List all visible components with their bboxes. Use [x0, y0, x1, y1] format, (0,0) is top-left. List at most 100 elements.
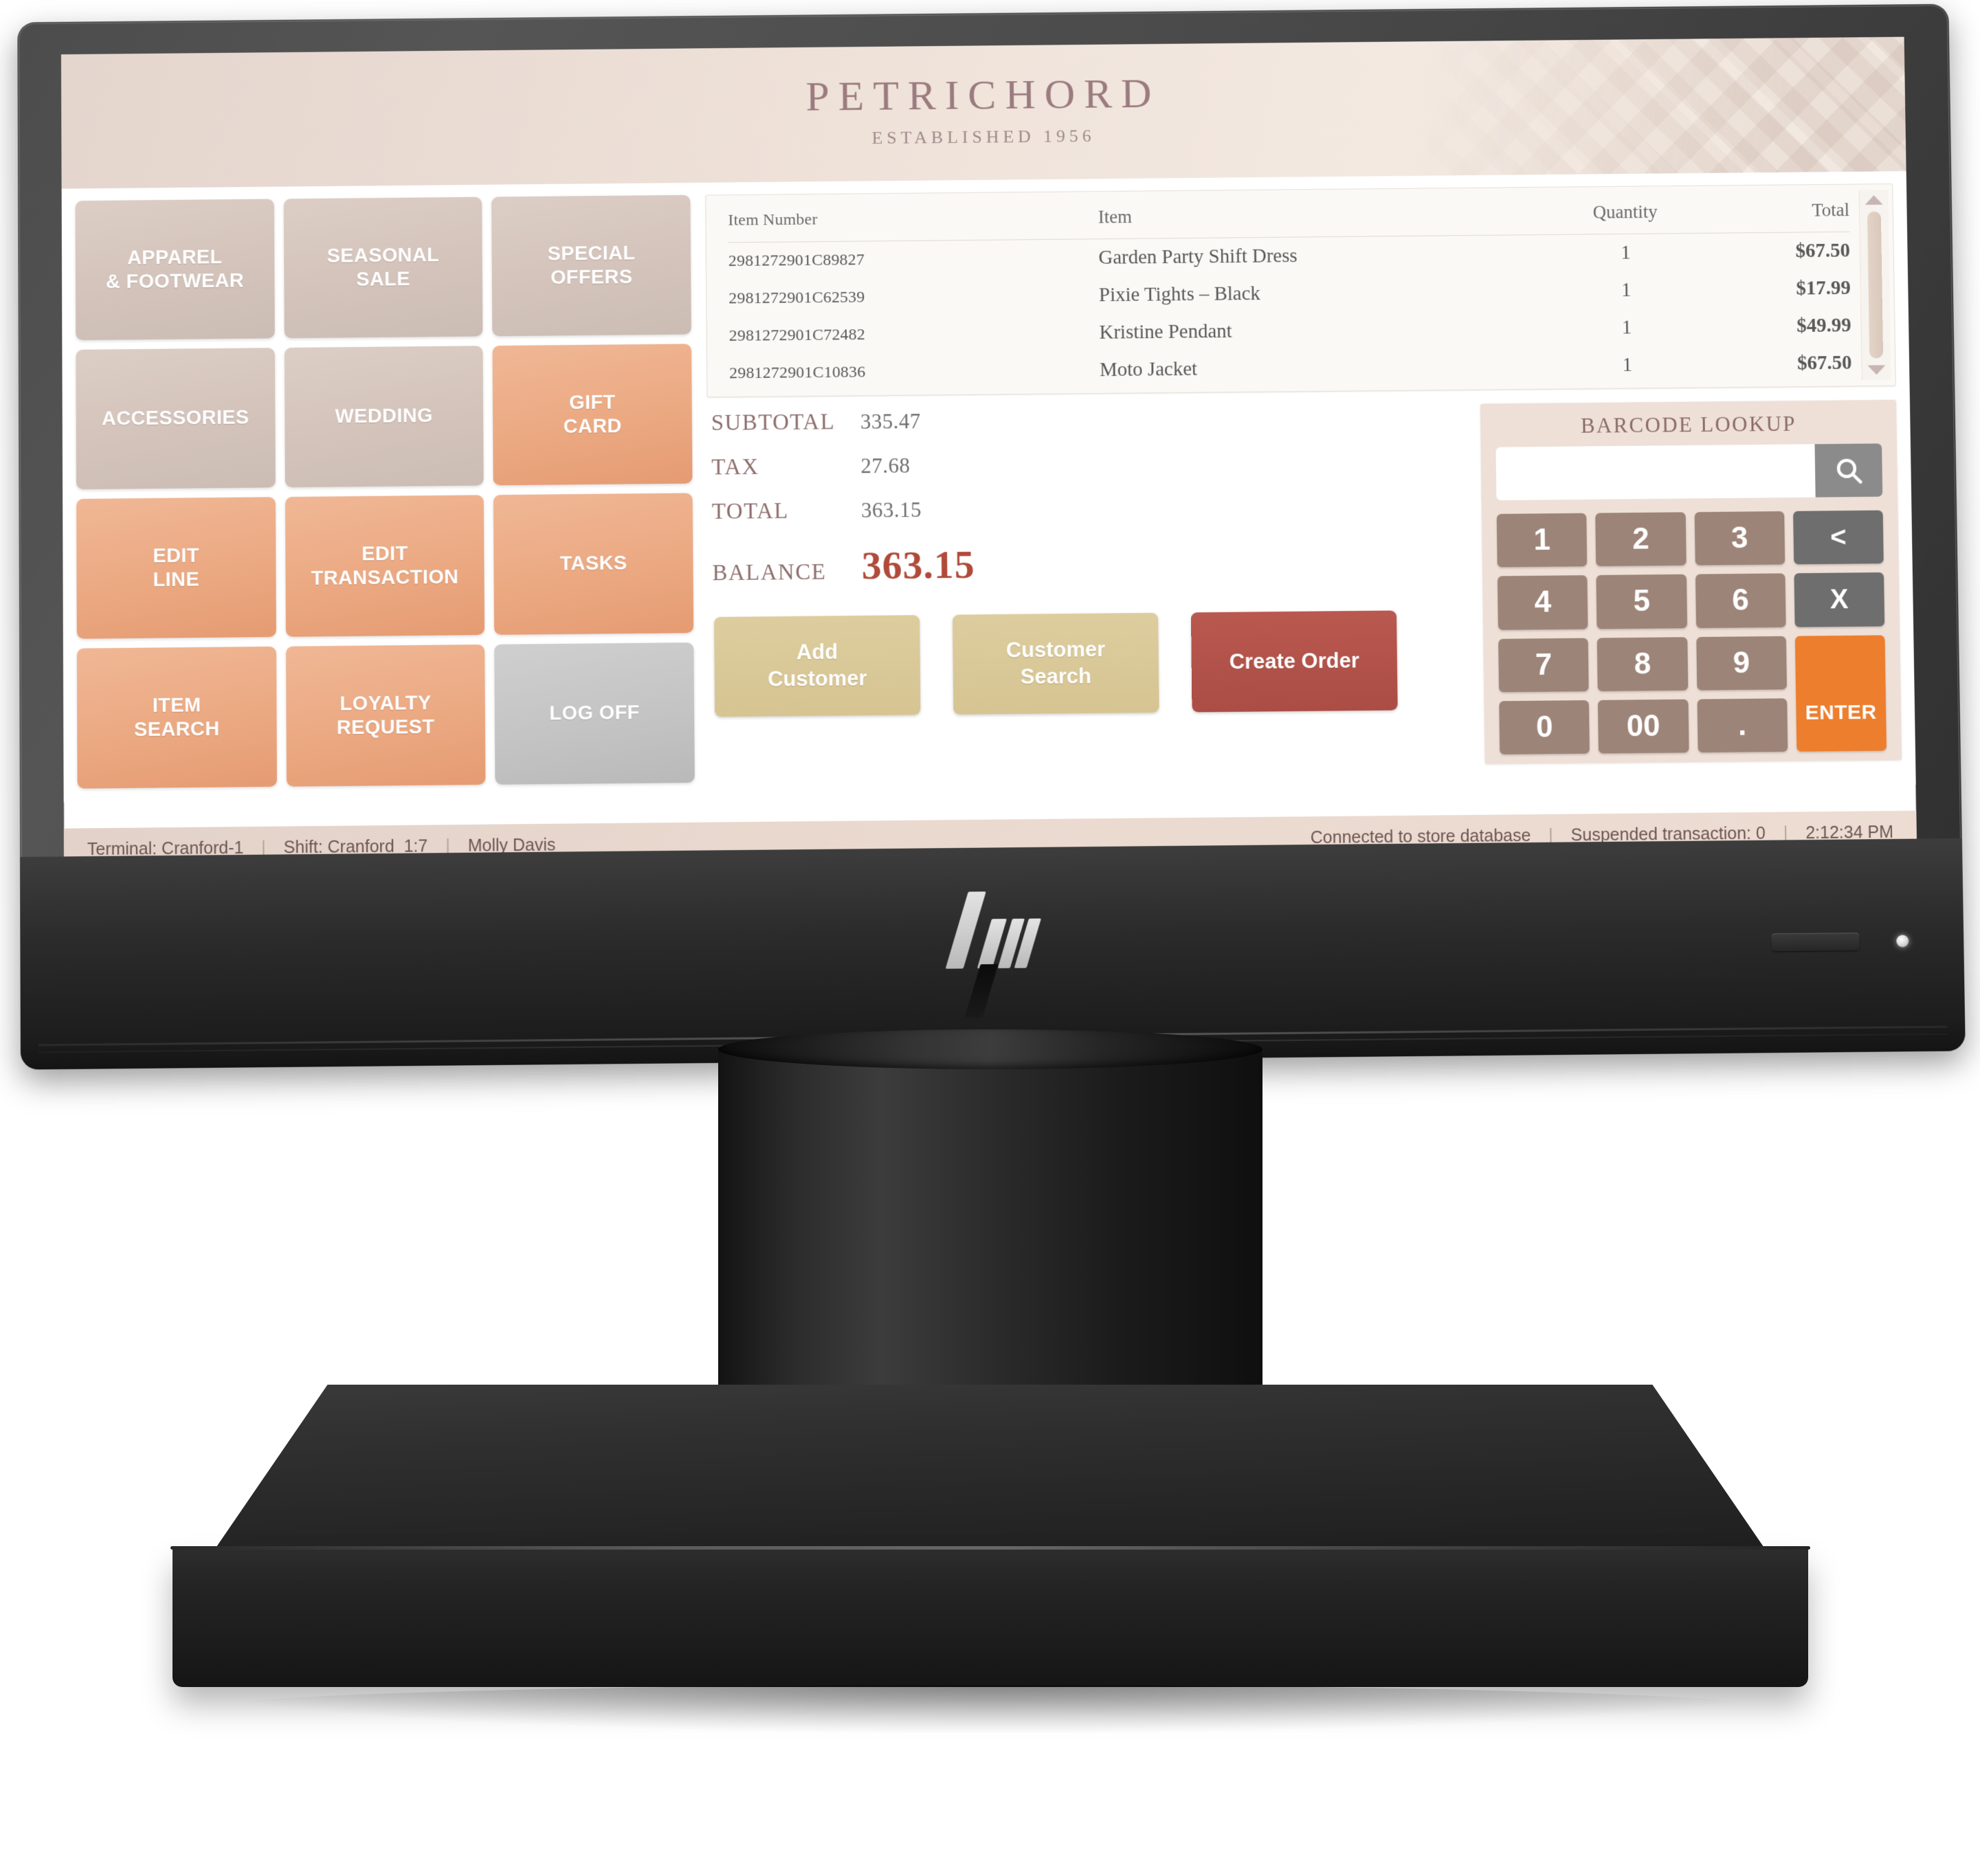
cell-item-number: 2981272901C89827: [728, 251, 865, 270]
tile-label-line2: TRANSACTION: [311, 566, 459, 590]
tax-row: TAX 27.68: [711, 451, 1150, 481]
balance-label: BALANCE: [712, 559, 827, 586]
col-total: Total: [1703, 197, 1850, 234]
tile-label-line2: SALE: [356, 267, 410, 291]
keypad-9[interactable]: 9: [1695, 636, 1787, 691]
tile-seasonal-sale[interactable]: SEASONAL SALE: [283, 197, 483, 339]
keypad-2[interactable]: 2: [1595, 512, 1687, 567]
keypad-6[interactable]: 6: [1695, 573, 1786, 628]
cell-item: Pixie Tights – Black: [1098, 282, 1261, 306]
app-body: APPAREL & FOOTWEAR SEASONAL SALE SPECIAL OF…: [61, 171, 1916, 803]
keypad-8[interactable]: 8: [1597, 636, 1688, 691]
tile-log-off[interactable]: LOG OFF: [494, 642, 695, 785]
pos-screen: PETRICHORD ESTABLISHED 1956 APPAREL & FOO…: [60, 36, 1917, 871]
cell-total: $67.50: [1797, 351, 1852, 375]
tile-item-search[interactable]: ITEM SEARCH: [76, 646, 277, 789]
tile-label-line1: SPECIAL: [547, 242, 636, 265]
keypad-1[interactable]: 1: [1496, 513, 1588, 568]
brand-name: PETRICHORD: [805, 70, 1161, 120]
col-quantity: Quantity: [1546, 198, 1704, 235]
barcode-lookup-panel: BARCODE LOOKUP 1 2 3 < 4 5 6 X 7 8 9 ENT…: [1480, 399, 1902, 765]
button-label-line1: Create Order: [1229, 648, 1359, 673]
cell-item-number: 2981272901C10836: [729, 363, 866, 383]
transaction-table: Item Number Item Quantity Total 29812729…: [728, 197, 1852, 392]
subtotal-row: SUBTOTAL 335.47: [711, 407, 1150, 436]
scroll-up-arrow-icon[interactable]: [1865, 194, 1883, 205]
cell-quantity: 1: [1622, 354, 1633, 376]
tile-label-line2: CARD: [563, 414, 622, 438]
col-item: Item: [1098, 199, 1547, 239]
cell-item-number: 2981272901C62539: [728, 288, 865, 308]
total-row: TOTAL 363.15: [712, 495, 1150, 525]
transaction-scrollbar[interactable]: [1858, 189, 1891, 381]
keypad-7[interactable]: 7: [1498, 637, 1589, 693]
tile-label-line2: REQUEST: [336, 715, 435, 739]
monitor-stand-base-front: [172, 1550, 1808, 1687]
monitor-bezel: PETRICHORD ESTABLISHED 1956 APPAREL & FOO…: [17, 3, 1966, 1070]
scrollbar-thumb[interactable]: [1867, 211, 1884, 359]
tile-label-line2: SEARCH: [133, 717, 220, 741]
keypad-decimal[interactable]: .: [1697, 697, 1788, 753]
tile-tasks[interactable]: TASKS: [493, 493, 694, 635]
customer-search-button[interactable]: Customer Search: [952, 612, 1159, 715]
tax-label: TAX: [711, 454, 759, 480]
tile-accessories[interactable]: ACCESSORIES: [76, 348, 276, 490]
action-button-row: Add Customer Customer Search Create Order: [713, 610, 1398, 717]
cell-total: $17.99: [1796, 277, 1851, 300]
tile-label-line1: LOG OFF: [549, 702, 640, 725]
keypad-4[interactable]: 4: [1497, 575, 1588, 630]
tile-label-line2: & FOOTWEAR: [105, 269, 245, 293]
total-value: 363.15: [860, 498, 922, 522]
tile-label-line1: GIFT: [569, 392, 616, 414]
keypad-00[interactable]: 00: [1598, 699, 1689, 754]
tile-apparel-footwear[interactable]: APPAREL & FOOTWEAR: [75, 199, 275, 341]
button-label-line1: Customer: [1005, 637, 1106, 662]
hp-logo: [933, 887, 1051, 1018]
transaction-table-wrap: Item Number Item Quantity Total 29812729…: [706, 184, 1862, 397]
tile-label-line1: APPAREL: [127, 246, 223, 269]
tile-label-line1: SEASONAL: [326, 244, 440, 267]
keypad-0[interactable]: 0: [1499, 700, 1590, 755]
col-item-number: Item Number: [728, 203, 1099, 243]
tile-special-offers[interactable]: SPECIAL OFFERS: [491, 194, 691, 337]
cell-quantity: 1: [1621, 279, 1632, 301]
power-button[interactable]: [1771, 933, 1860, 952]
tile-edit-transaction[interactable]: EDIT TRANSACTION: [285, 495, 485, 637]
totals-panel: SUBTOTAL 335.47 TAX 27.68 TOTAL 363.15 B…: [711, 407, 1151, 609]
tile-gift-card[interactable]: GIFT CARD: [492, 344, 693, 486]
add-customer-button[interactable]: Add Customer: [713, 615, 921, 717]
total-label: TOTAL: [711, 499, 789, 524]
button-label-line2: Customer: [767, 666, 867, 691]
create-order-button[interactable]: Create Order: [1190, 610, 1398, 713]
button-label-line1: Add: [796, 640, 838, 665]
category-tile-grid: APPAREL & FOOTWEAR SEASONAL SALE SPECIAL OF…: [75, 194, 695, 789]
balance-row: BALANCE 363.15: [712, 540, 1150, 590]
tile-edit-line[interactable]: EDIT LINE: [76, 497, 276, 639]
transaction-list-card: Item Number Item Quantity Total 29812729…: [705, 183, 1896, 398]
keypad-clear[interactable]: X: [1794, 572, 1885, 627]
tile-wedding[interactable]: WEDDING: [284, 346, 485, 488]
transaction-column: Item Number Item Quantity Total 29812729…: [705, 183, 1902, 785]
monitor-assembly: PETRICHORD ESTABLISHED 1956 APPAREL & FOO…: [0, 0, 1980, 1876]
barcode-search-button[interactable]: [1814, 443, 1883, 498]
barcode-search-row: [1495, 443, 1883, 501]
tile-label-line1: ACCESSORIES: [102, 407, 249, 430]
app-header: PETRICHORD ESTABLISHED 1956: [60, 36, 1906, 189]
barcode-input[interactable]: [1495, 444, 1816, 501]
cell-item: Kristine Pendant: [1099, 320, 1232, 344]
stand-neck-top-ellipse: [718, 1029, 1262, 1069]
cell-item: Moto Jacket: [1099, 358, 1198, 381]
tile-loyalty-request[interactable]: LOYALTY REQUEST: [285, 644, 486, 787]
keypad-3[interactable]: 3: [1694, 511, 1786, 566]
cell-item-number: 2981272901C72482: [728, 326, 866, 345]
tax-value: 27.68: [860, 453, 911, 478]
tile-label-line2: LINE: [153, 568, 200, 591]
cell-total: $67.50: [1795, 239, 1851, 263]
keypad-5[interactable]: 5: [1596, 574, 1687, 629]
keypad-enter[interactable]: ENTER: [1794, 634, 1887, 752]
scroll-down-arrow-icon[interactable]: [1867, 365, 1886, 375]
keypad-backspace[interactable]: <: [1792, 510, 1884, 565]
cell-total: $49.99: [1797, 314, 1851, 337]
tile-label-line1: WEDDING: [335, 405, 433, 428]
button-label-line2: Search: [1020, 664, 1092, 689]
